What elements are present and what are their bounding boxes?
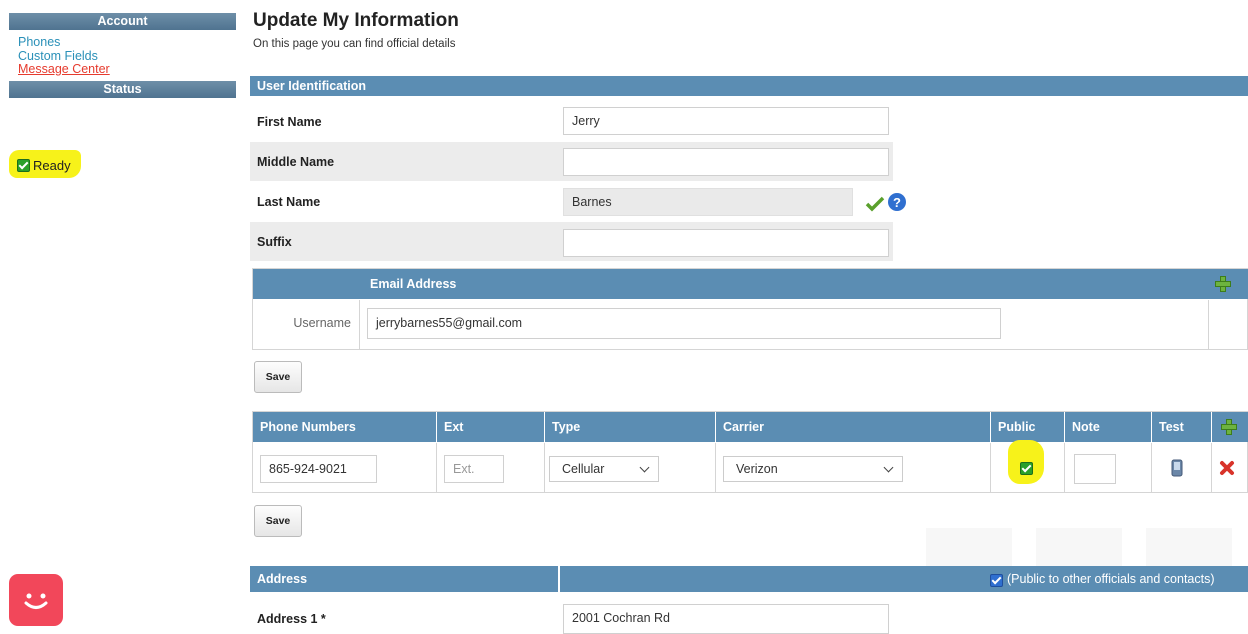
help-icon[interactable]: ?: [887, 192, 907, 212]
carrier-select[interactable]: Verizon: [723, 456, 903, 482]
last-name-input: Barnes: [563, 188, 853, 216]
address1-input[interactable]: 2001 Cochran Rd: [563, 604, 889, 634]
public-checkbox[interactable]: [1020, 462, 1033, 475]
col-type: Type: [544, 412, 580, 442]
status-text: Ready: [33, 158, 71, 174]
verified-check-icon: [865, 196, 885, 212]
user-identification-heading: User Identification: [250, 76, 1248, 96]
chevron-down-icon: [883, 462, 894, 473]
col-note: Note: [1064, 412, 1100, 442]
status-heading: Status: [9, 80, 236, 98]
address-public-label: (Public to other officials and contacts): [1007, 572, 1215, 586]
last-name-label: Last Name: [257, 195, 321, 209]
address-heading: Address: [250, 566, 558, 592]
phone-test-icon[interactable]: [1171, 459, 1183, 477]
email-address-heading: Email Address: [370, 277, 457, 291]
col-public: Public: [990, 412, 1036, 442]
save-phones-button[interactable]: Save: [254, 505, 302, 537]
sidebar-link-message-center[interactable]: Message Center: [9, 62, 236, 77]
sidebar: Account Phones Custom Fields Message Cen…: [9, 13, 236, 98]
sidebar-link-custom-fields[interactable]: Custom Fields: [9, 49, 236, 64]
col-carrier: Carrier: [715, 412, 764, 442]
address1-label: Address 1 *: [257, 612, 326, 626]
page-title: Update My Information: [253, 10, 459, 31]
svg-text:?: ?: [893, 195, 901, 210]
carrier-select-value: Verizon: [736, 462, 778, 476]
col-ext: Ext: [436, 412, 463, 442]
email-input[interactable]: jerrybarnes55@gmail.com: [367, 308, 1001, 339]
phone-number-input[interactable]: 865-924-9021: [260, 455, 377, 483]
username-label: Username: [253, 300, 360, 349]
email-table-header: Email Address: [253, 269, 1248, 299]
type-select-value: Cellular: [562, 462, 605, 476]
chat-widget-button[interactable]: [9, 574, 63, 626]
address-public-checkbox[interactable]: [990, 574, 1003, 587]
add-email-icon[interactable]: [1215, 276, 1231, 292]
sidebar-link-phones[interactable]: Phones: [9, 35, 236, 50]
ready-check-icon: [17, 159, 30, 173]
account-heading: Account: [9, 13, 236, 30]
middle-name-input[interactable]: [563, 148, 889, 176]
last-name-row: Last Name Barnes ?: [250, 182, 1248, 222]
suffix-input[interactable]: [563, 229, 889, 257]
col-phone-numbers: Phone Numbers: [260, 420, 356, 434]
address-public-header: (Public to other officials and contacts): [560, 566, 1248, 592]
smiley-icon: [24, 593, 48, 609]
save-email-button[interactable]: Save: [254, 361, 302, 393]
phone-table-header: Phone Numbers Ext Type Carrier Public No…: [253, 412, 1248, 442]
chevron-down-icon: [639, 462, 650, 473]
col-test: Test: [1151, 412, 1184, 442]
status-ready-highlight: Ready: [9, 150, 81, 178]
ext-input[interactable]: Ext.: [444, 455, 504, 483]
first-name-label: First Name: [257, 115, 322, 129]
type-select[interactable]: Cellular: [549, 456, 659, 482]
suffix-row: Suffix: [250, 222, 1248, 262]
first-name-input[interactable]: Jerry: [563, 107, 889, 135]
suffix-label: Suffix: [250, 222, 558, 261]
add-phone-icon[interactable]: [1221, 419, 1237, 435]
note-input[interactable]: [1074, 454, 1116, 484]
middle-name-row: Middle Name: [250, 142, 1248, 182]
middle-name-label: Middle Name: [250, 142, 558, 181]
first-name-row: First Name Jerry: [250, 102, 1248, 142]
delete-phone-icon[interactable]: [1219, 460, 1235, 476]
page-subtitle: On this page you can find official detai…: [253, 38, 456, 50]
